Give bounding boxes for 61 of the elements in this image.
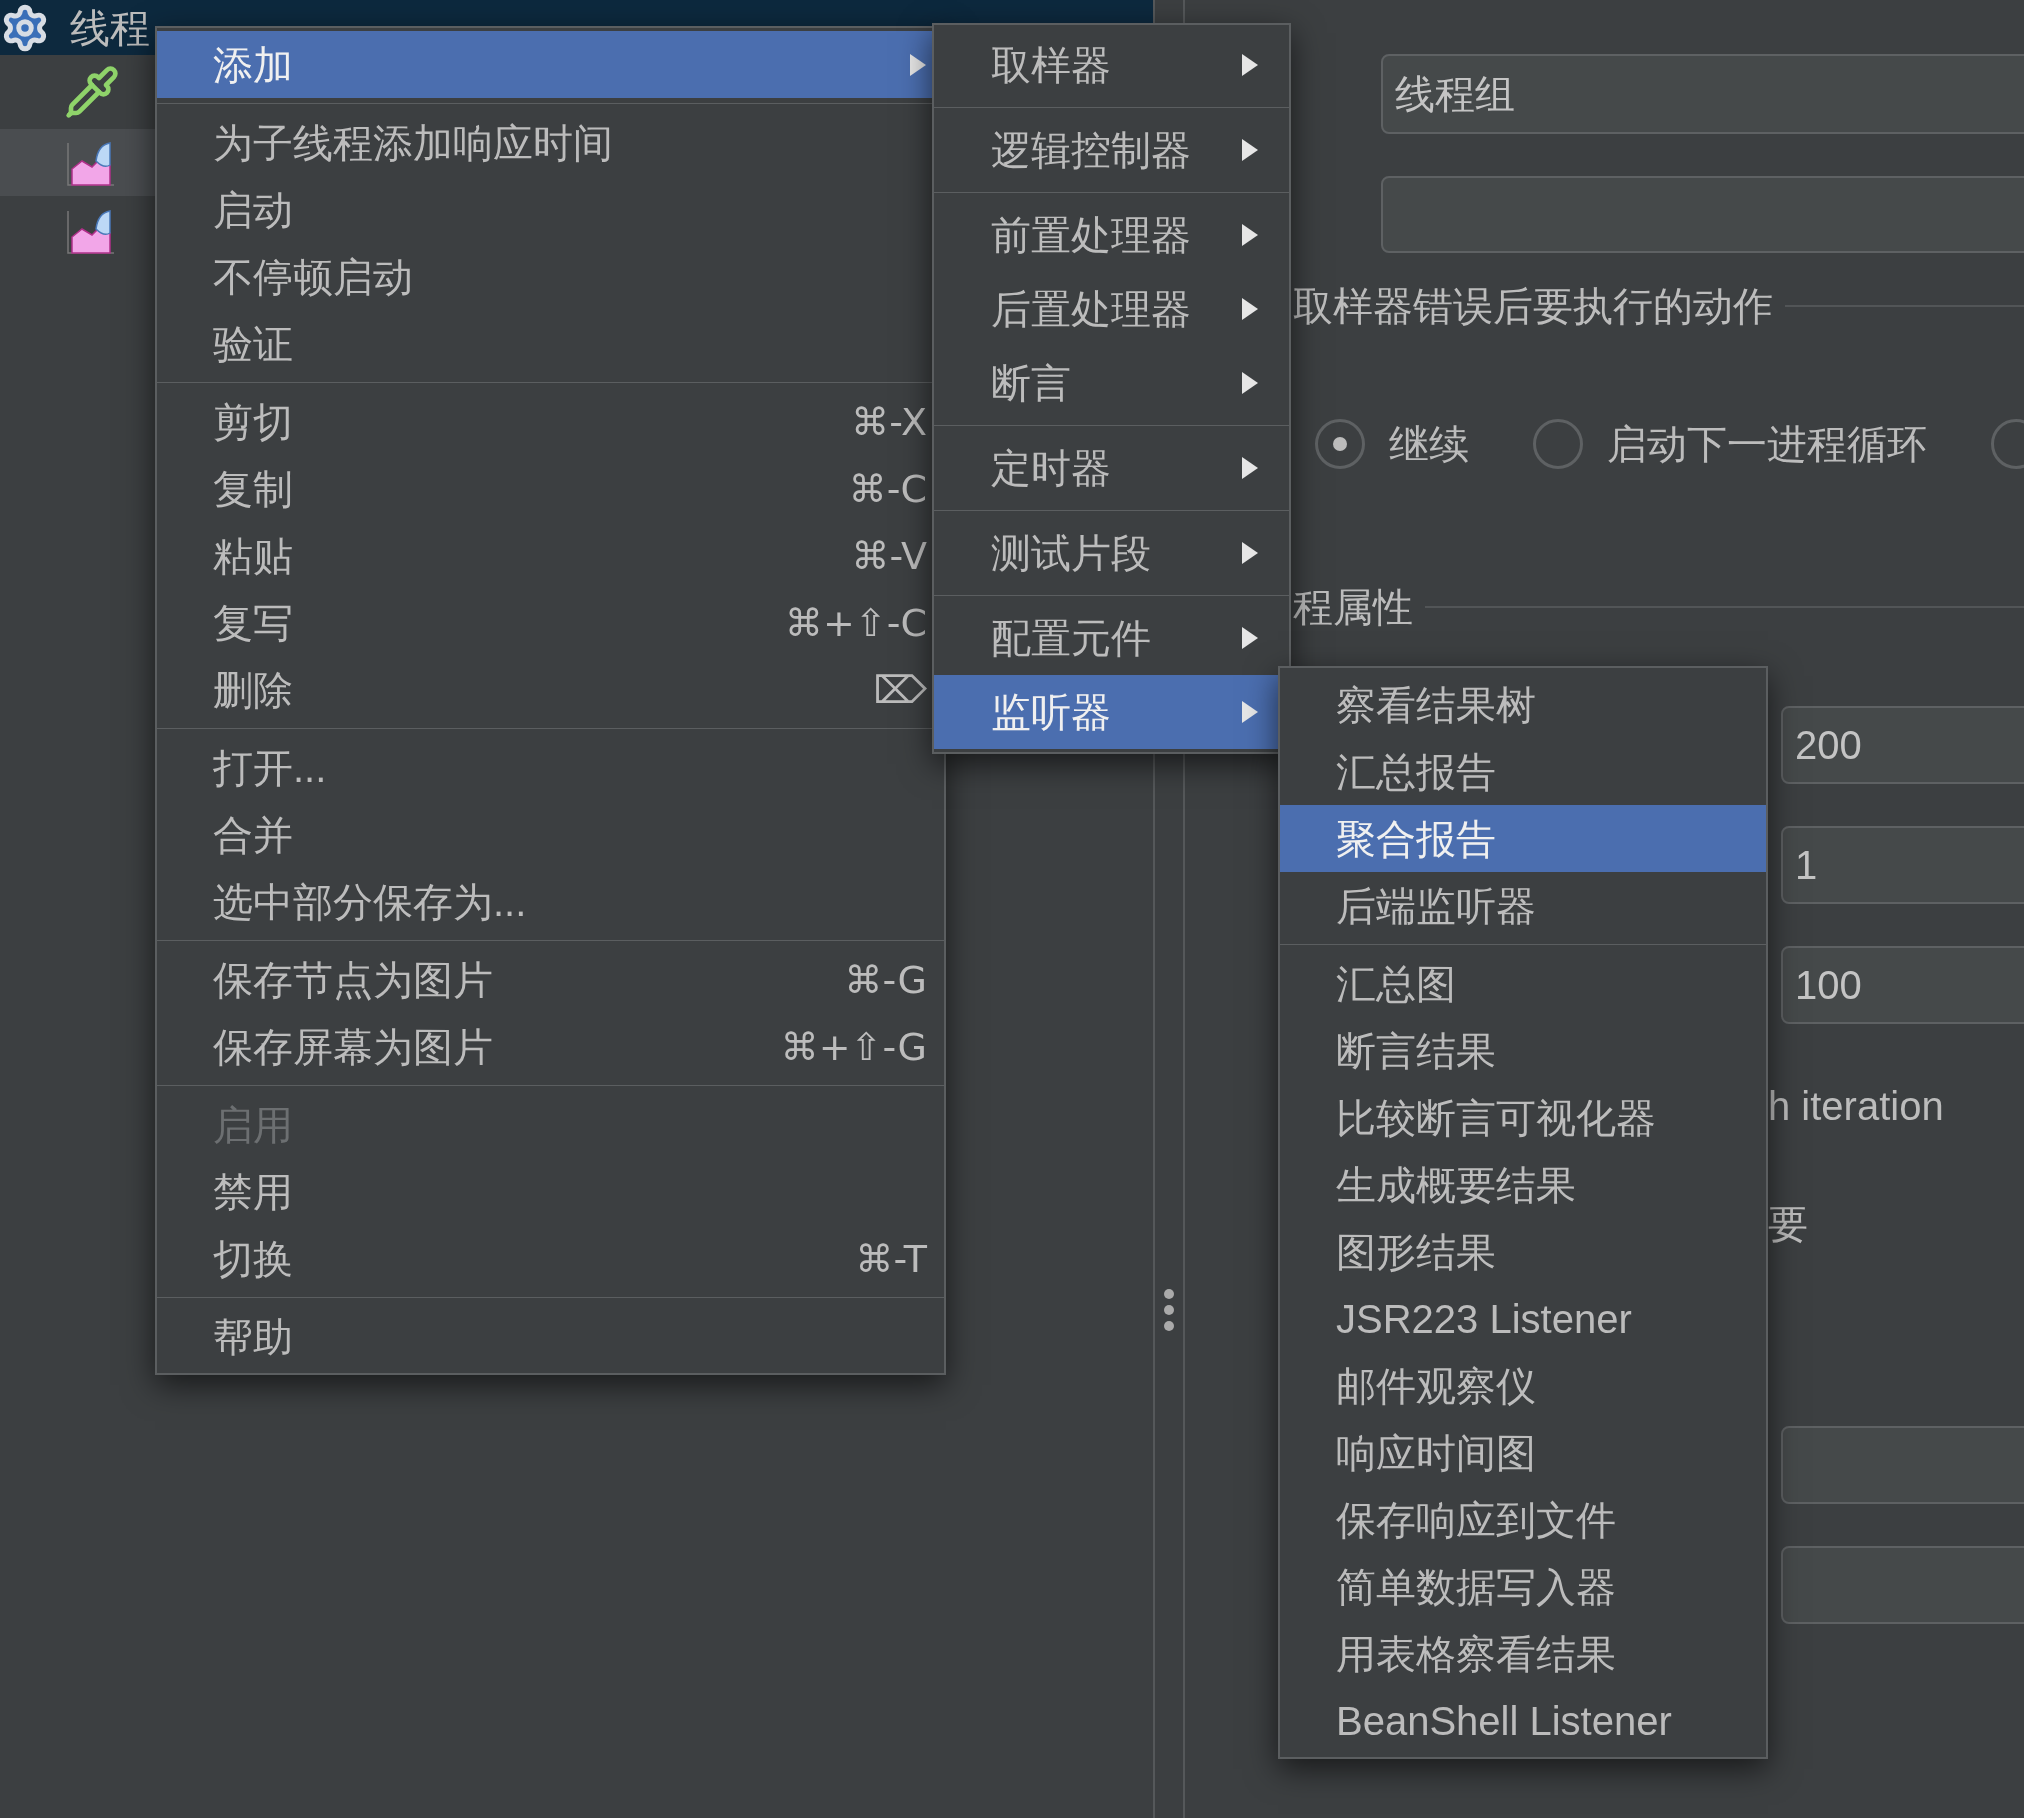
shortcut-text: ⌘+⇧-C xyxy=(785,603,927,642)
shortcut-text: ⌘+⇧-G xyxy=(780,1027,927,1066)
text-field[interactable]: 200 xyxy=(1781,706,2024,784)
submenu-arrow-icon xyxy=(1241,456,1259,480)
shortcut-text: ⌦ xyxy=(873,670,927,709)
menu-item[interactable]: 合并 xyxy=(157,801,944,868)
submenu-arrow-icon xyxy=(1241,138,1259,162)
radio-button[interactable] xyxy=(1315,419,1365,469)
submenu-arrow-icon xyxy=(1241,53,1259,77)
submenu-arrow-icon xyxy=(1241,541,1259,565)
menu-item[interactable]: BeanShell Listener xyxy=(1280,1687,1766,1754)
menu-item[interactable]: 断言结果 xyxy=(1280,1017,1766,1084)
menu-item[interactable]: 用表格察看结果 xyxy=(1280,1620,1766,1687)
menu-item[interactable]: 禁用 xyxy=(157,1158,944,1225)
radio-button[interactable] xyxy=(1533,419,1583,469)
radio-label: 继续 xyxy=(1389,421,1469,468)
submenu-arrow-icon xyxy=(1241,371,1259,395)
menu-item[interactable]: 保存节点为图片 ⌘-G xyxy=(157,946,944,1013)
tree-item-label: 线程 xyxy=(70,4,150,52)
menu-item[interactable]: 后端监听器 xyxy=(1280,872,1766,939)
submenu-arrow-icon xyxy=(1241,297,1259,321)
section-heading: 程属性 xyxy=(1293,584,1413,631)
splitter-handle[interactable] xyxy=(1163,1288,1175,1332)
menu-item[interactable]: 逻辑控制器 xyxy=(934,113,1289,187)
text-field[interactable] xyxy=(1381,176,2024,253)
menu-item[interactable]: 测试片段 xyxy=(934,516,1289,590)
menu-item[interactable]: 切换 ⌘-T xyxy=(157,1225,944,1292)
text-field[interactable]: 100 xyxy=(1781,946,2024,1024)
menu-item[interactable]: 生成概要结果 xyxy=(1280,1151,1766,1218)
submenu-arrow-icon xyxy=(1241,626,1259,650)
menu-item[interactable]: 前置处理器 xyxy=(934,198,1289,272)
submenu-arrow-icon xyxy=(1241,700,1259,724)
menu-item[interactable]: 断言 xyxy=(934,346,1289,420)
shortcut-text: ⌘-X xyxy=(851,402,927,441)
menu-item[interactable]: 聚合报告 xyxy=(1280,805,1766,872)
shortcut-text: ⌘-V xyxy=(851,536,927,575)
text-field[interactable]: 线程组 xyxy=(1381,54,2024,134)
text-field[interactable]: 1 xyxy=(1781,826,2024,904)
menu-item[interactable]: 汇总图 xyxy=(1280,950,1766,1017)
menu-item[interactable]: 图形结果 xyxy=(1280,1218,1766,1285)
shortcut-text: ⌘-T xyxy=(855,1239,927,1278)
menu-item[interactable]: JSR223 Listener xyxy=(1280,1285,1766,1352)
pipette-icon xyxy=(64,64,120,120)
label-text: 要 xyxy=(1768,1201,1808,1248)
shortcut-text: ⌘-G xyxy=(844,960,927,999)
shortcut-text: ⌘-C xyxy=(848,469,927,508)
radio-label: 启动下一进程循环 xyxy=(1607,421,1927,468)
menu-item[interactable]: 保存响应到文件 xyxy=(1280,1486,1766,1553)
menu-item[interactable]: 定时器 xyxy=(934,431,1289,505)
menu-item[interactable]: 比较断言可视化器 xyxy=(1280,1084,1766,1151)
section-heading: 取样器错误后要执行的动作 xyxy=(1293,283,1773,330)
menu-item[interactable]: 选中部分保存为... xyxy=(157,868,944,935)
menu-item[interactable]: 后置处理器 xyxy=(934,272,1289,346)
menu-item[interactable]: 保存屏幕为图片 ⌘+⇧-G xyxy=(157,1013,944,1080)
menu-item[interactable]: 简单数据写入器 xyxy=(1280,1553,1766,1620)
submenu-arrow-icon xyxy=(1241,223,1259,247)
label-text: h iteration xyxy=(1768,1083,1944,1130)
menu-item[interactable]: 响应时间图 xyxy=(1280,1419,1766,1486)
submenu-arrow-icon xyxy=(909,52,927,77)
menu-item[interactable]: 邮件观察仪 xyxy=(1280,1352,1766,1419)
menu-item[interactable]: 帮助 xyxy=(157,1303,944,1370)
